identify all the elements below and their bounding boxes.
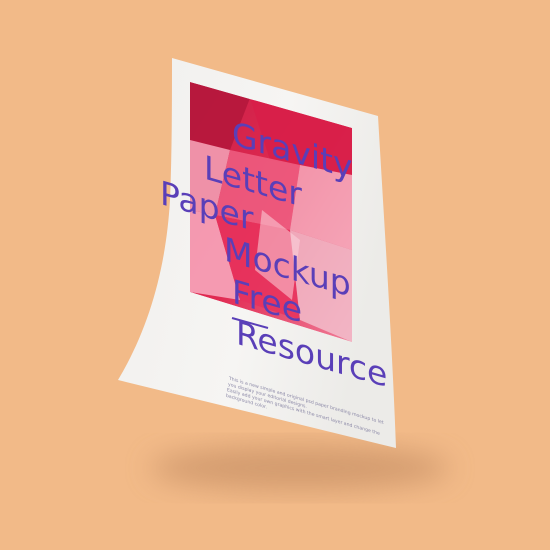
mockup-illustration: Gravity Letter Paper Mockup Free Resourc… [118,58,450,490]
mockup-scene: Gravity Letter Paper Mockup Free Resourc… [0,0,550,550]
paper-shadow [150,446,450,490]
